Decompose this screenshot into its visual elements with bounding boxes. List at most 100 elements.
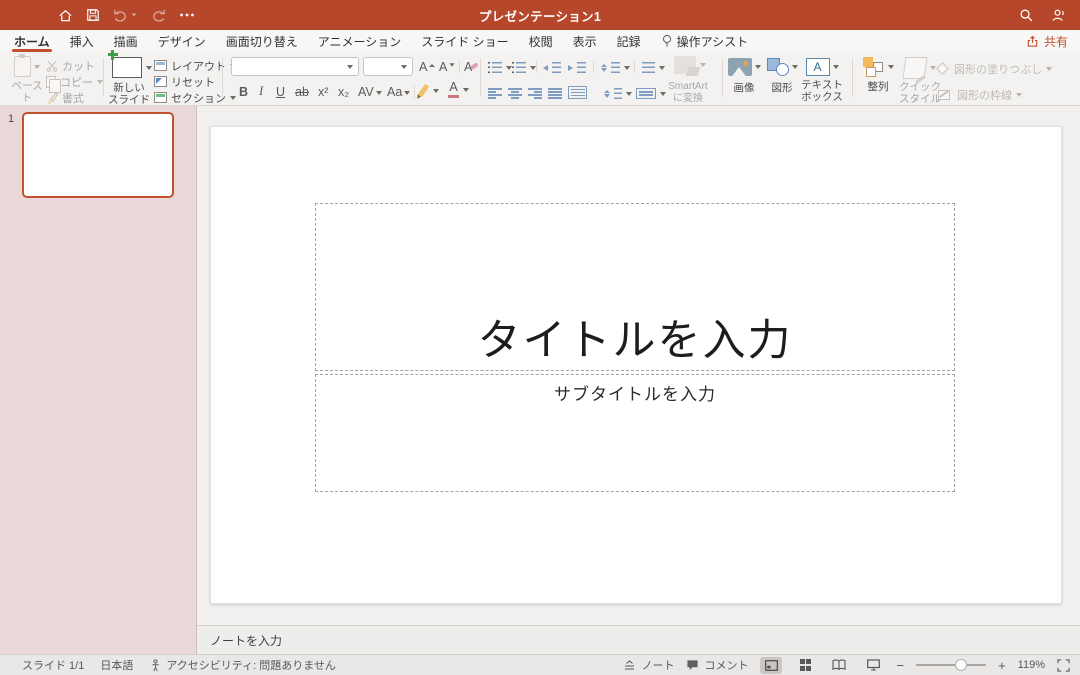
- distribute-text-button[interactable]: [568, 85, 587, 100]
- status-bar: スライド 1/1 日本語 アクセシビリティ: 問題ありません ノート コメント: [0, 654, 1080, 675]
- tab-transitions[interactable]: 画面切り替え: [226, 30, 298, 52]
- paste-button: ペースト: [8, 56, 46, 105]
- character-spacing-button[interactable]: AV: [358, 84, 382, 99]
- zoom-slider-thumb[interactable]: [955, 659, 967, 671]
- reading-view-icon: [832, 659, 846, 671]
- fit-slide-button[interactable]: [1057, 659, 1070, 672]
- tab-assist[interactable]: 操作アシスト: [661, 30, 749, 52]
- tab-review[interactable]: 校閲: [529, 30, 553, 52]
- subtitle-placeholder-text: サブタイトルを入力: [554, 375, 716, 405]
- tab-slideshow[interactable]: スライド ショー: [421, 30, 508, 52]
- align-right-icon: [528, 88, 542, 99]
- slide-counter: スライド 1/1: [22, 657, 84, 673]
- slide-thumbnail[interactable]: [22, 112, 174, 198]
- shrink-font-button[interactable]: A: [439, 59, 455, 74]
- more-commands-icon[interactable]: [179, 12, 195, 18]
- save-icon[interactable]: [86, 8, 100, 22]
- format-painter-button: 書式: [46, 90, 84, 105]
- account-icon[interactable]: [1051, 8, 1066, 23]
- title-placeholder-text: タイトルを入力: [478, 306, 793, 370]
- tab-insert[interactable]: 挿入: [70, 30, 94, 52]
- title-bar: プレゼンテーション1: [0, 0, 1080, 30]
- grow-font-button[interactable]: A: [419, 59, 435, 74]
- zoom-level[interactable]: 119%: [1018, 659, 1045, 671]
- line-spacing-button[interactable]: [601, 60, 630, 75]
- accessibility-status[interactable]: アクセシビリティ: 問題ありません: [149, 657, 336, 673]
- columns-button[interactable]: [642, 60, 665, 75]
- accessibility-icon: [149, 659, 162, 672]
- increase-indent-button[interactable]: [568, 60, 586, 75]
- slide-sorter-icon: [800, 659, 812, 671]
- reading-view-button[interactable]: [828, 657, 850, 674]
- cut-button: カット: [46, 58, 95, 73]
- home-icon[interactable]: [58, 8, 73, 23]
- slideshow-view-button[interactable]: [862, 657, 884, 674]
- title-placeholder[interactable]: タイトルを入力: [315, 203, 955, 371]
- tab-design[interactable]: デザイン: [158, 30, 206, 52]
- clear-formatting-button[interactable]: A: [464, 59, 478, 74]
- picture-button[interactable]: 画像: [726, 58, 762, 94]
- font-name-select[interactable]: [231, 57, 359, 76]
- highlighter-icon: [418, 84, 430, 98]
- slide-thumbnail-panel: 1: [0, 106, 197, 655]
- line-spacing-icon: [601, 64, 607, 72]
- justify-button[interactable]: [548, 86, 562, 101]
- font-color-swatch: [448, 95, 459, 98]
- change-case-button[interactable]: Aa: [387, 84, 410, 99]
- zoom-in-button[interactable]: +: [998, 659, 1006, 672]
- copy-icon: [46, 76, 56, 88]
- subtitle-placeholder[interactable]: サブタイトルを入力: [315, 374, 955, 492]
- notes-pane[interactable]: ノートを入力: [197, 625, 1080, 655]
- comments-toggle[interactable]: コメント: [686, 657, 748, 673]
- quick-styles-button: クイック スタイル: [898, 57, 942, 106]
- tab-view[interactable]: 表示: [573, 30, 597, 52]
- subscript-button[interactable]: x₂: [338, 84, 349, 99]
- strikethrough-button[interactable]: ab: [295, 84, 309, 99]
- search-icon[interactable]: [1019, 8, 1034, 23]
- italic-button[interactable]: I: [259, 84, 263, 99]
- font-size-select[interactable]: [363, 57, 413, 76]
- textbox-button[interactable]: A テキスト ボックス: [800, 58, 844, 104]
- align-left-button[interactable]: [488, 86, 502, 101]
- section-button[interactable]: セクション: [154, 90, 236, 105]
- highlight-color-button[interactable]: [421, 83, 439, 98]
- font-color-button[interactable]: A: [448, 82, 469, 97]
- normal-view-icon: [765, 660, 778, 671]
- text-direction-button[interactable]: [604, 86, 632, 101]
- normal-view-button[interactable]: [760, 657, 782, 674]
- tab-draw[interactable]: 描画: [114, 30, 138, 52]
- tab-record[interactable]: 記録: [617, 30, 641, 52]
- align-right-button[interactable]: [528, 86, 542, 101]
- section-icon: [154, 92, 167, 103]
- numbering-button[interactable]: [512, 60, 536, 75]
- paste-icon: [14, 56, 31, 77]
- slide[interactable]: タイトルを入力 サブタイトルを入力: [210, 126, 1062, 604]
- format-painter-icon: [46, 92, 58, 104]
- indent-left-icon: [543, 65, 548, 71]
- superscript-button[interactable]: x²: [318, 84, 328, 99]
- zoom-out-button[interactable]: −: [896, 659, 904, 672]
- arrange-button[interactable]: 整列: [860, 57, 896, 93]
- share-button[interactable]: 共有: [1026, 30, 1068, 52]
- copy-button: コピー: [46, 74, 103, 89]
- reset-button[interactable]: リセット: [154, 74, 215, 89]
- shapes-icon: [767, 58, 789, 76]
- new-slide-button[interactable]: 新しい スライド: [108, 57, 150, 107]
- bold-button[interactable]: B: [239, 84, 248, 99]
- align-center-button[interactable]: [508, 86, 522, 101]
- zoom-slider[interactable]: [916, 664, 986, 666]
- tab-home[interactable]: ホーム: [14, 30, 50, 52]
- layout-button[interactable]: レイアウト: [154, 58, 236, 73]
- language-indicator[interactable]: 日本語: [100, 657, 133, 673]
- notes-toggle[interactable]: ノート: [623, 657, 674, 673]
- tab-animations[interactable]: アニメーション: [318, 30, 402, 52]
- bullets-button[interactable]: [488, 60, 512, 75]
- ribbon-tabs: ホーム 挿入 描画 デザイン 画面切り替え アニメーション スライド ショー 校…: [0, 30, 1080, 52]
- slide-sorter-view-button[interactable]: [794, 657, 816, 674]
- lightbulb-icon: [661, 34, 673, 48]
- decrease-indent-button[interactable]: [543, 60, 561, 75]
- underline-button[interactable]: U: [276, 84, 285, 99]
- picture-icon: [728, 58, 752, 76]
- text-direction-icon: [604, 90, 610, 98]
- shapes-button[interactable]: 図形: [764, 58, 800, 94]
